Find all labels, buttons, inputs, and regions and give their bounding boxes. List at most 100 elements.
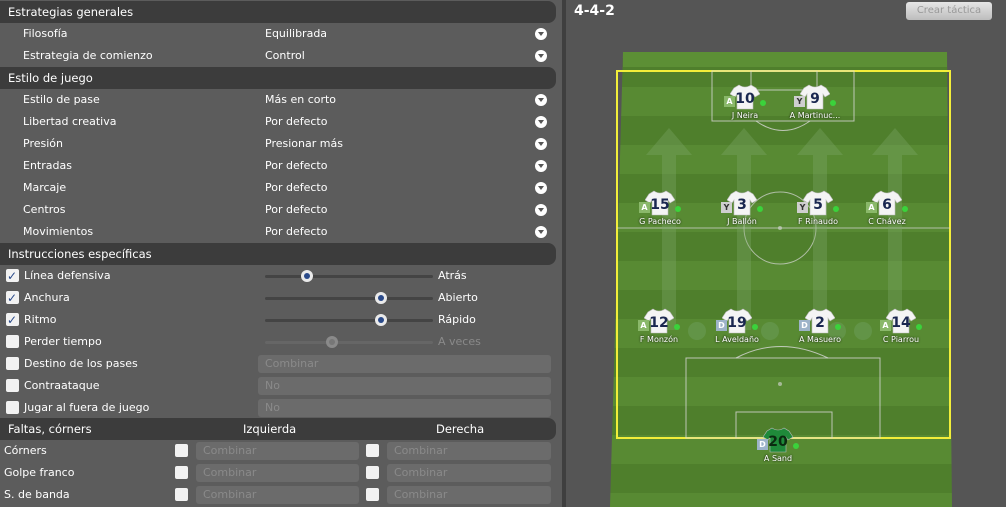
player-marker[interactable]: 19 D L Aveldaño [702,308,772,344]
slider-row: Perder tiempo A veces [0,331,556,353]
style-row[interactable]: Entradas Por defecto [0,155,556,177]
player-marker[interactable]: 6AC Chávez [852,190,922,226]
instruction-select[interactable]: No [258,399,805,417]
slider-handle[interactable] [374,292,387,304]
instruction-select[interactable]: Combinar [258,355,805,373]
shirt-number: 14 [891,315,911,331]
row-value[interactable]: Por defecto [265,199,327,221]
instruction-checkbox[interactable] [6,335,19,348]
shirt-icon[interactable]: 5Y [797,190,839,216]
row-value[interactable]: Por defecto [265,221,327,243]
condition-dot [675,206,681,212]
shirt-icon[interactable]: 19 D [716,308,758,334]
instruction-slider[interactable] [265,292,433,304]
left-select[interactable]: Combinar [196,442,743,460]
shirt-icon[interactable]: 2D [799,308,841,334]
row-label: Estrategia de comienzo [23,49,153,62]
row-value[interactable]: Control [265,45,305,67]
instruction-checkbox[interactable] [6,265,19,287]
create-tactic-button[interactable]: Crear táctica [906,2,992,20]
chevron-down-icon[interactable] [535,182,547,194]
shirt-icon[interactable]: 10 A [724,84,766,110]
row-value[interactable]: Más en corto [265,89,336,111]
player-marker[interactable]: 10 A J Neira [710,84,780,120]
set-piece-row: Córners Combinar Combinar [0,440,934,462]
row-label: Marcaje [23,181,67,194]
player-marker[interactable]: 14 A C Piarrou [866,308,936,344]
general-row[interactable]: Estrategia de comienzo Control [0,45,556,67]
instruction-checkbox[interactable] [6,357,19,370]
instruction-slider[interactable] [265,314,433,326]
right-select[interactable]: Combinar [387,486,934,504]
left-select[interactable]: Combinar [196,486,743,504]
row-value[interactable]: Por defecto [265,177,327,199]
style-row[interactable]: Libertad creativa Por defecto [0,111,556,133]
row-label: Golpe franco [4,466,75,479]
right-checkbox[interactable] [366,488,379,501]
shirt-icon[interactable]: 15 A [639,190,681,216]
chevron-down-icon[interactable] [535,94,547,106]
shirt-icon[interactable]: 12 A [638,308,680,334]
shirt-number: 2 [815,315,825,331]
chevron-down-icon[interactable] [535,50,547,62]
chevron-down-icon[interactable] [535,226,547,238]
role-badge: D [799,320,810,331]
slider-handle[interactable] [301,270,313,282]
left-checkbox[interactable] [175,466,188,479]
chevron-down-icon[interactable] [535,28,547,40]
right-select[interactable]: Combinar [387,442,934,460]
player-marker[interactable]: 5YF Rinaudo [783,190,853,226]
style-row[interactable]: Movimientos Por defecto [0,221,556,243]
role-badge: Y [721,202,732,213]
left-checkbox[interactable] [175,444,188,457]
player-marker[interactable]: 20 D A Sand [743,427,813,463]
left-select[interactable]: Combinar [196,464,743,482]
chevron-down-icon[interactable] [535,204,547,216]
right-select[interactable]: Combinar [387,464,934,482]
slider-handle[interactable] [374,314,387,326]
player-marker[interactable]: 15 A G Pacheco [625,190,695,226]
row-value[interactable]: Por defecto [265,155,327,177]
instruction-slider[interactable] [265,336,433,348]
right-checkbox[interactable] [366,466,379,479]
row-value[interactable]: Equilibrada [265,23,327,45]
shirt-icon[interactable]: 14 A [880,308,922,334]
player-marker[interactable]: 2DA Masuero [785,308,855,344]
general-row[interactable]: Filosofía Equilibrada [0,23,556,45]
instruction-checkbox[interactable] [6,379,19,392]
chevron-down-icon[interactable] [535,138,547,150]
role-badge: D [757,439,768,450]
row-label: Contraataque [24,379,100,392]
player-name: A Sand [763,454,793,463]
chevron-down-icon[interactable] [535,116,547,128]
shirt-number: 20 [768,434,788,450]
style-row[interactable]: Centros Por defecto [0,199,556,221]
player-marker[interactable]: 3YJ Ballón [707,190,777,226]
row-label: Perder tiempo [24,335,102,348]
instruction-checkbox[interactable] [6,401,19,414]
row-value[interactable]: Por defecto [265,111,327,133]
condition-dot [916,324,922,330]
style-row[interactable]: Marcaje Por defecto [0,177,556,199]
instruction-checkbox[interactable] [6,309,19,331]
select-value: No [265,379,280,392]
shirt-icon[interactable]: 20 D [757,427,799,453]
right-checkbox[interactable] [366,444,379,457]
row-label: Jugar al fuera de juego [24,401,150,414]
row-label: Córners [4,444,47,457]
row-value[interactable]: Presionar más [265,133,343,155]
shirt-icon[interactable]: 9Y [794,84,836,110]
player-marker[interactable]: 9YA Martinuc... [780,84,850,120]
shirt-icon[interactable]: 6A [866,190,908,216]
instruction-slider[interactable] [265,270,433,282]
instruction-checkbox[interactable] [6,287,19,309]
shirt-icon[interactable]: 3Y [721,190,763,216]
shirt-number: 10 [735,91,755,107]
slider-handle[interactable] [326,336,339,348]
player-marker[interactable]: 12 A F Monzón [624,308,694,344]
left-checkbox[interactable] [175,488,188,501]
instruction-select[interactable]: No [258,377,805,395]
chevron-down-icon[interactable] [535,160,547,172]
style-row[interactable]: Estilo de pase Más en corto [0,89,556,111]
style-row[interactable]: Presión Presionar más [0,133,556,155]
